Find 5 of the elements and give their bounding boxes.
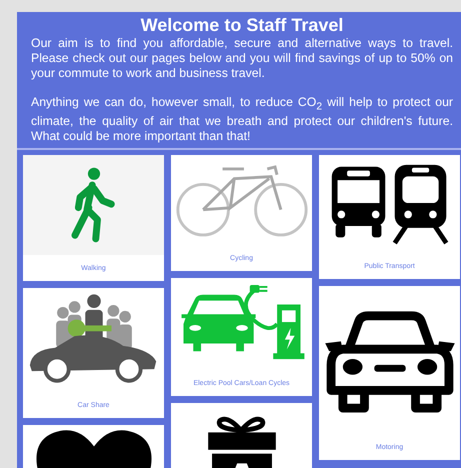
travel-tile[interactable] bbox=[23, 425, 164, 468]
page-title: Welcome to Staff Travel bbox=[140, 14, 344, 36]
intro-paragraph: Anything we can do, however small, to reduce CO$_{2}$ will help to protect our climate, the quality of air that we breath and protect our children's future. What could be more important than that! bbox=[31, 95, 453, 144]
intro-paragraph: Our aim is to find you affordable, secure and alternative ways to travel. Please check out our pages below and you will find savings of up to 50% on your commute to work and business travel. bbox=[31, 36, 453, 81]
travel-tile[interactable] bbox=[171, 403, 312, 468]
